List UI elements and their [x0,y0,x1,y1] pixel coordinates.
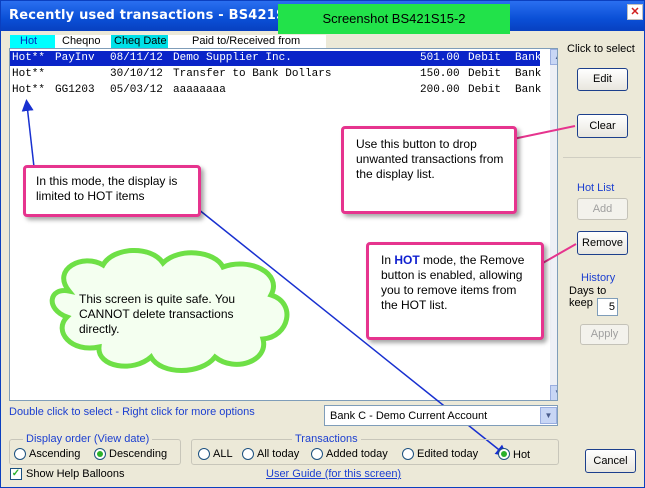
callout-remove-button: In HOT mode, the Remove button is enable… [366,242,544,340]
account-select[interactable]: Bank C - Demo Current Account ▼ [324,405,558,426]
history-label: History [581,272,616,284]
ascending-label: Ascending [29,448,81,460]
transactions-legend: Transactions [292,433,361,445]
hot-list-label: Hot List [577,182,615,194]
descending-radio[interactable] [94,448,106,460]
arrow-to-hot-column [21,99,35,168]
recent-transactions-window: Recently used transactions - BS421S15 Sc… [0,0,645,488]
days-to-keep-input[interactable]: 5 [597,298,618,316]
edit-button[interactable]: Edit [577,68,628,91]
show-help-label: Show Help Balloons [26,468,125,480]
clear-button[interactable]: Clear [577,114,628,138]
all-today-label: All today [257,448,300,460]
callout-safe-screen: This screen is quite safe. You CANNOT de… [79,292,236,336]
add-button[interactable]: Add [577,198,628,220]
hot-radio[interactable] [498,448,510,460]
cancel-button[interactable]: Cancel [585,449,636,473]
hot-label: Hot [513,449,531,461]
chevron-down-icon[interactable]: ▼ [540,407,557,424]
user-guide-link[interactable]: User Guide (for this screen) [266,468,401,480]
callout-pointer-remove [540,243,577,265]
hot-keyword: HOT [394,253,420,267]
added-today-label: Added today [326,448,388,460]
apply-button[interactable]: Apply [580,324,629,345]
display-order-legend: Display order (View date) [23,433,153,445]
list-hint: Double click to select - Right click for… [9,406,255,418]
ascending-radio[interactable] [14,448,26,460]
remove-button[interactable]: Remove [577,231,628,255]
added-today-radio[interactable] [311,448,323,460]
descending-label: Descending [109,448,168,460]
edited-today-label: Edited today [417,448,479,460]
account-select-value: Bank C - Demo Current Account [330,410,488,422]
show-help-checkbox[interactable]: ✓ [10,468,22,480]
callout-hot-mode: In this mode, the display is limited to … [23,165,201,217]
callout-pointer-clear [512,125,576,140]
panel-divider [563,157,641,158]
callout-clear-button: Use this button to drop unwanted transac… [341,126,517,214]
edited-today-radio[interactable] [402,448,414,460]
all-today-radio[interactable] [242,448,254,460]
click-to-select-label: Click to select [567,43,635,55]
all-label: ALL [213,448,233,460]
all-radio[interactable] [198,448,210,460]
